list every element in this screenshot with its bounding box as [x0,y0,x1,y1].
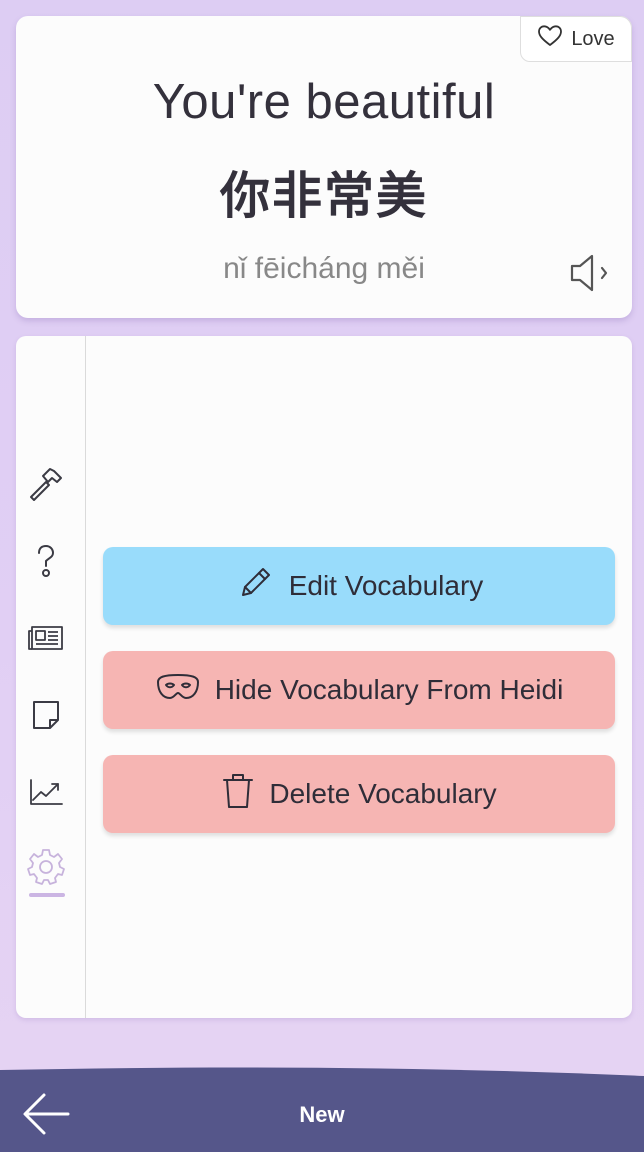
settings-gear-icon[interactable] [26,846,66,886]
delete-vocabulary-button[interactable]: Delete Vocabulary [103,755,615,833]
hide-vocabulary-button[interactable]: Hide Vocabulary From Heidi [103,651,615,729]
vocabulary-tools-panel: Edit Vocabulary Hide Vocabulary From Hei… [16,336,632,1018]
pencil-icon [235,563,275,610]
chart-trend-icon[interactable] [26,772,66,812]
question-icon[interactable] [26,541,66,581]
vocabulary-card: Love You're beautiful 你非常美 nǐ fēicháng m… [16,16,632,318]
pinyin-text: nǐ fēicháng měi [223,252,425,285]
hide-vocabulary-label: Hide Vocabulary From Heidi [214,674,564,705]
speaker-icon[interactable] [566,250,616,296]
newspaper-icon[interactable] [26,618,66,658]
hammer-icon[interactable] [26,464,66,504]
love-button[interactable]: Love [520,16,632,62]
love-label: Love [571,27,615,50]
edit-vocabulary-button[interactable]: Edit Vocabulary [103,547,615,625]
mask-icon [155,672,201,709]
delete-vocabulary-label: Delete Vocabulary [269,778,497,809]
sticky-note-icon[interactable] [26,695,66,735]
edit-vocabulary-label: Edit Vocabulary [288,570,484,601]
trash-icon [221,771,255,818]
bottom-bar-title: New [299,1102,345,1127]
side-rail [16,336,86,1018]
english-phrase: You're beautiful [152,75,496,129]
chinese-characters: 你非常美 [220,168,428,224]
bottom-navigation-bar: New [0,1066,644,1152]
active-tab-indicator [29,893,65,897]
heart-icon [537,24,563,54]
